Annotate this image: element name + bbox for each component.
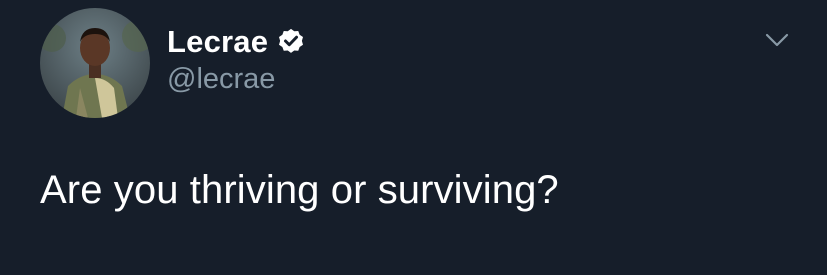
author-avatar[interactable] [40,8,150,118]
chevron-down-icon[interactable] [760,26,794,54]
tweet-card[interactable]: Lecrae @lecrae Are you thriving or survi… [0,0,827,275]
tweet-text: Are you thriving or surviving? [40,168,559,212]
author-handle[interactable]: @lecrae [167,63,275,96]
author-name-row: Lecrae [167,22,306,62]
avatar-photo-icon [40,8,150,118]
verified-badge-icon [276,27,306,57]
author-display-name[interactable]: Lecrae [167,24,268,60]
